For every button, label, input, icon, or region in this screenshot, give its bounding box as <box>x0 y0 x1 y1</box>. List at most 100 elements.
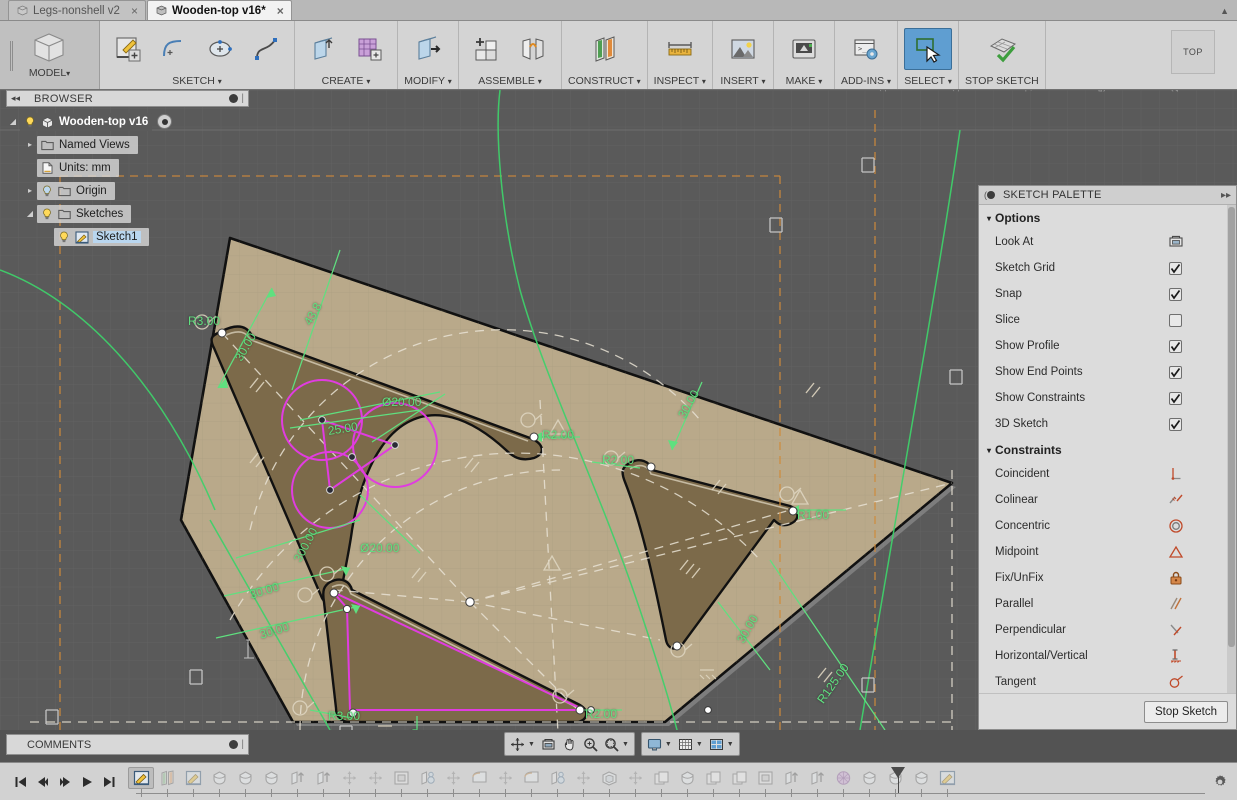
browser-item-origin[interactable]: ▸ Origin <box>6 181 249 200</box>
checkbox[interactable] <box>1169 340 1182 353</box>
light-bulb-icon[interactable] <box>24 116 36 128</box>
ribbon-panel-label-stop-sketch[interactable]: STOP SKETCH <box>965 74 1039 87</box>
line-button[interactable] <box>152 28 196 70</box>
timeline-feature-extrude-up-feature-3[interactable] <box>778 767 804 789</box>
stop-sketch-button[interactable] <box>978 28 1026 70</box>
play-button[interactable] <box>80 775 94 789</box>
form-button[interactable] <box>347 28 391 70</box>
palette-row-perpendicular[interactable]: Perpendicular <box>979 617 1226 643</box>
close-icon[interactable]: × <box>277 4 284 18</box>
timeline-feature-extrude-feature-1[interactable] <box>206 767 232 789</box>
light-bulb-icon[interactable] <box>41 208 53 220</box>
palette-scrollbar[interactable] <box>1227 205 1236 693</box>
timeline-feature-sketch-feature-2[interactable] <box>180 767 206 789</box>
twisty-icon[interactable]: ▸ <box>23 140 37 149</box>
gear-icon[interactable] <box>1209 771 1231 793</box>
colinear-icon[interactable] <box>1168 492 1184 508</box>
timeline-feature-extrude-feature-7[interactable] <box>908 767 934 789</box>
browser-item-units[interactable]: Units: mm <box>6 158 249 177</box>
coincident-icon[interactable] <box>1168 466 1184 482</box>
palette-row-midpoint[interactable]: Midpoint <box>979 539 1226 565</box>
timeline-feature-extrude-feature-4[interactable] <box>674 767 700 789</box>
twisty-icon[interactable]: ▸ <box>23 186 37 195</box>
tangent-icon[interactable] <box>1168 674 1184 690</box>
light-bulb-icon[interactable] <box>58 231 70 243</box>
look-at-icon[interactable] <box>538 734 559 755</box>
checkbox[interactable] <box>1169 314 1182 327</box>
timeline-feature-move-feature-3[interactable] <box>440 767 466 789</box>
timeline-feature-mesh-feature[interactable] <box>830 767 856 789</box>
ribbon-panel-label-select[interactable]: SELECT ▾ <box>904 74 952 87</box>
checkbox[interactable] <box>1169 366 1182 379</box>
checkbox[interactable] <box>1169 262 1182 275</box>
browser-item-pill[interactable]: Sketches <box>37 205 131 223</box>
press-pull-button[interactable] <box>404 28 452 70</box>
timeline-feature-sketch-feature[interactable] <box>128 767 154 789</box>
timeline-feature-extrude-feature-3[interactable] <box>258 767 284 789</box>
palette-row-sketch-grid[interactable]: Sketch Grid <box>979 255 1226 281</box>
timeline-feature-extrude-up-feature-2[interactable] <box>310 767 336 789</box>
timeline-feature-extrude-feature-2[interactable] <box>232 767 258 789</box>
go-to-end-button[interactable] <box>102 775 116 789</box>
palette-row-snap[interactable]: Snap <box>979 281 1226 307</box>
expand-icon[interactable]: ▸▸ <box>1221 190 1231 201</box>
timeline-feature-sketch-feature-3[interactable] <box>934 767 960 789</box>
chevron-down-icon[interactable]: ▾ <box>987 214 991 223</box>
timeline-feature-plane-feature[interactable] <box>154 767 180 789</box>
parallel-icon[interactable] <box>1168 596 1184 612</box>
timeline-feature-copy-feature[interactable] <box>648 767 674 789</box>
lock-icon[interactable] <box>1168 570 1184 586</box>
fit-icon[interactable] <box>601 734 622 755</box>
go-to-beginning-button[interactable] <box>14 775 28 789</box>
palette-row-coincident[interactable]: Coincident <box>979 461 1226 487</box>
perpendicular-icon[interactable] <box>1168 622 1184 638</box>
pan-hand-icon[interactable] <box>559 734 580 755</box>
ribbon-panel-label-inspect[interactable]: INSPECT ▾ <box>654 74 706 87</box>
horizontal-vertical-icon[interactable] <box>1168 648 1184 664</box>
ribbon-panel-label-insert[interactable]: INSERT ▾ <box>720 74 765 87</box>
timeline-feature-move-feature-1[interactable] <box>336 767 362 789</box>
ribbon-panel-label-construct[interactable]: CONSTRUCT ▾ <box>568 74 641 87</box>
chevron-down-icon[interactable]: ▼ <box>727 741 737 748</box>
ribbon-panel-label-modify[interactable]: MODIFY ▾ <box>404 74 452 87</box>
browser-options-icon[interactable] <box>229 94 238 103</box>
offset-plane-button[interactable] <box>580 28 628 70</box>
new-component-button[interactable] <box>465 28 509 70</box>
ribbon-panel-label-sketch[interactable]: SKETCH ▾ <box>172 74 222 87</box>
ribbon-panel-label-make[interactable]: MAKE ▾ <box>786 74 823 87</box>
browser-header-controls[interactable]: | <box>229 93 244 104</box>
document-tab-0[interactable]: Legs-nonshell v2 × <box>8 0 146 20</box>
palette-row-show-end-points[interactable]: Show End Points <box>979 359 1226 385</box>
browser-item-root[interactable]: ◢ Wooden-top v16 <box>6 112 249 131</box>
comments-controls[interactable]: | <box>229 739 244 750</box>
timeline-feature-move-feature-2[interactable] <box>362 767 388 789</box>
view-cube[interactable]: TOP <box>1171 30 1215 74</box>
viewports-icon[interactable] <box>706 734 727 755</box>
checkbox[interactable] <box>1169 418 1182 431</box>
circle-button[interactable] <box>198 28 242 70</box>
timeline-feature-fillet-feature-2[interactable] <box>518 767 544 789</box>
zoom-icon[interactable] <box>580 734 601 755</box>
checkbox[interactable] <box>1169 288 1182 301</box>
palette-row-tangent[interactable]: Tangent <box>979 669 1226 693</box>
browser-item-pill[interactable]: Sketch1 <box>54 228 149 246</box>
workspace-switcher[interactable]: MODEL▾ <box>0 21 100 89</box>
joint-button[interactable] <box>511 28 555 70</box>
timeline-feature-joint-feature-1[interactable] <box>414 767 440 789</box>
timeline-playhead[interactable] <box>891 767 905 778</box>
spline-button[interactable] <box>244 28 288 70</box>
ribbon-panel-label-assemble[interactable]: ASSEMBLE ▾ <box>478 74 542 87</box>
timeline-feature-move-feature-4[interactable] <box>492 767 518 789</box>
chevron-down-icon[interactable]: ▼ <box>696 741 706 748</box>
browser-item-pill[interactable]: Named Views <box>37 136 138 154</box>
browser-item-named-views[interactable]: ▸ Named Views <box>6 135 249 154</box>
grid-icon[interactable] <box>675 734 696 755</box>
stop-sketch-button-palette[interactable]: Stop Sketch <box>1144 701 1228 723</box>
palette-section-constraints[interactable]: ▾Constraints <box>979 437 1226 461</box>
timeline-feature-fillet-feature-1[interactable] <box>466 767 492 789</box>
orbit-icon[interactable] <box>507 734 528 755</box>
palette-row-concentric[interactable]: Concentric <box>979 513 1226 539</box>
step-forward-button[interactable] <box>58 775 72 789</box>
palette-row-look-at[interactable]: Look At <box>979 229 1226 255</box>
twisty-icon[interactable]: ◢ <box>23 209 37 218</box>
